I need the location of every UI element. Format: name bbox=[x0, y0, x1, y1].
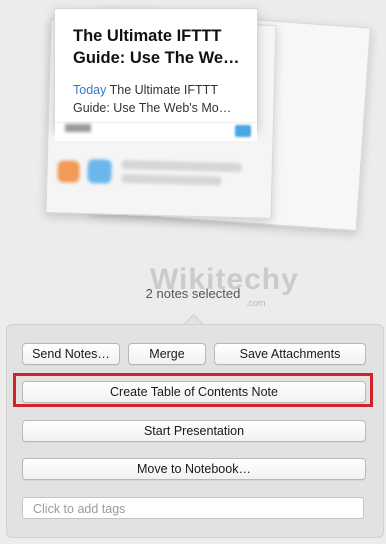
blurred-text-line bbox=[121, 173, 222, 186]
start-presentation-button[interactable]: Start Presentation bbox=[22, 420, 366, 442]
blurred-text-line bbox=[65, 124, 91, 132]
blurred-button bbox=[235, 125, 251, 137]
note-preview-front: The Ultimate IFTTT Guide: Use The We… To… bbox=[54, 8, 258, 141]
selection-status: 2 notes selected bbox=[145, 286, 241, 301]
send-notes-button[interactable]: Send Notes… bbox=[22, 343, 120, 365]
note-preview-title: The Ultimate IFTTT Guide: Use The We… bbox=[73, 27, 240, 67]
highlight-box bbox=[13, 373, 373, 407]
save-attachments-button[interactable]: Save Attachments bbox=[214, 343, 366, 365]
merge-button[interactable]: Merge bbox=[128, 343, 206, 365]
add-tags-field[interactable]: Click to add tags bbox=[22, 497, 364, 519]
note-preview-date: Today bbox=[73, 83, 107, 97]
move-to-notebook-button[interactable]: Move to Notebook… bbox=[22, 458, 366, 480]
note-preview-search-strip bbox=[55, 122, 257, 141]
note-preview-snippet: Today The Ultimate IFTTT Guide: Use The … bbox=[73, 81, 251, 117]
blurred-icon bbox=[87, 159, 112, 184]
blurred-text-line bbox=[121, 159, 242, 173]
blurred-icon bbox=[57, 160, 80, 183]
